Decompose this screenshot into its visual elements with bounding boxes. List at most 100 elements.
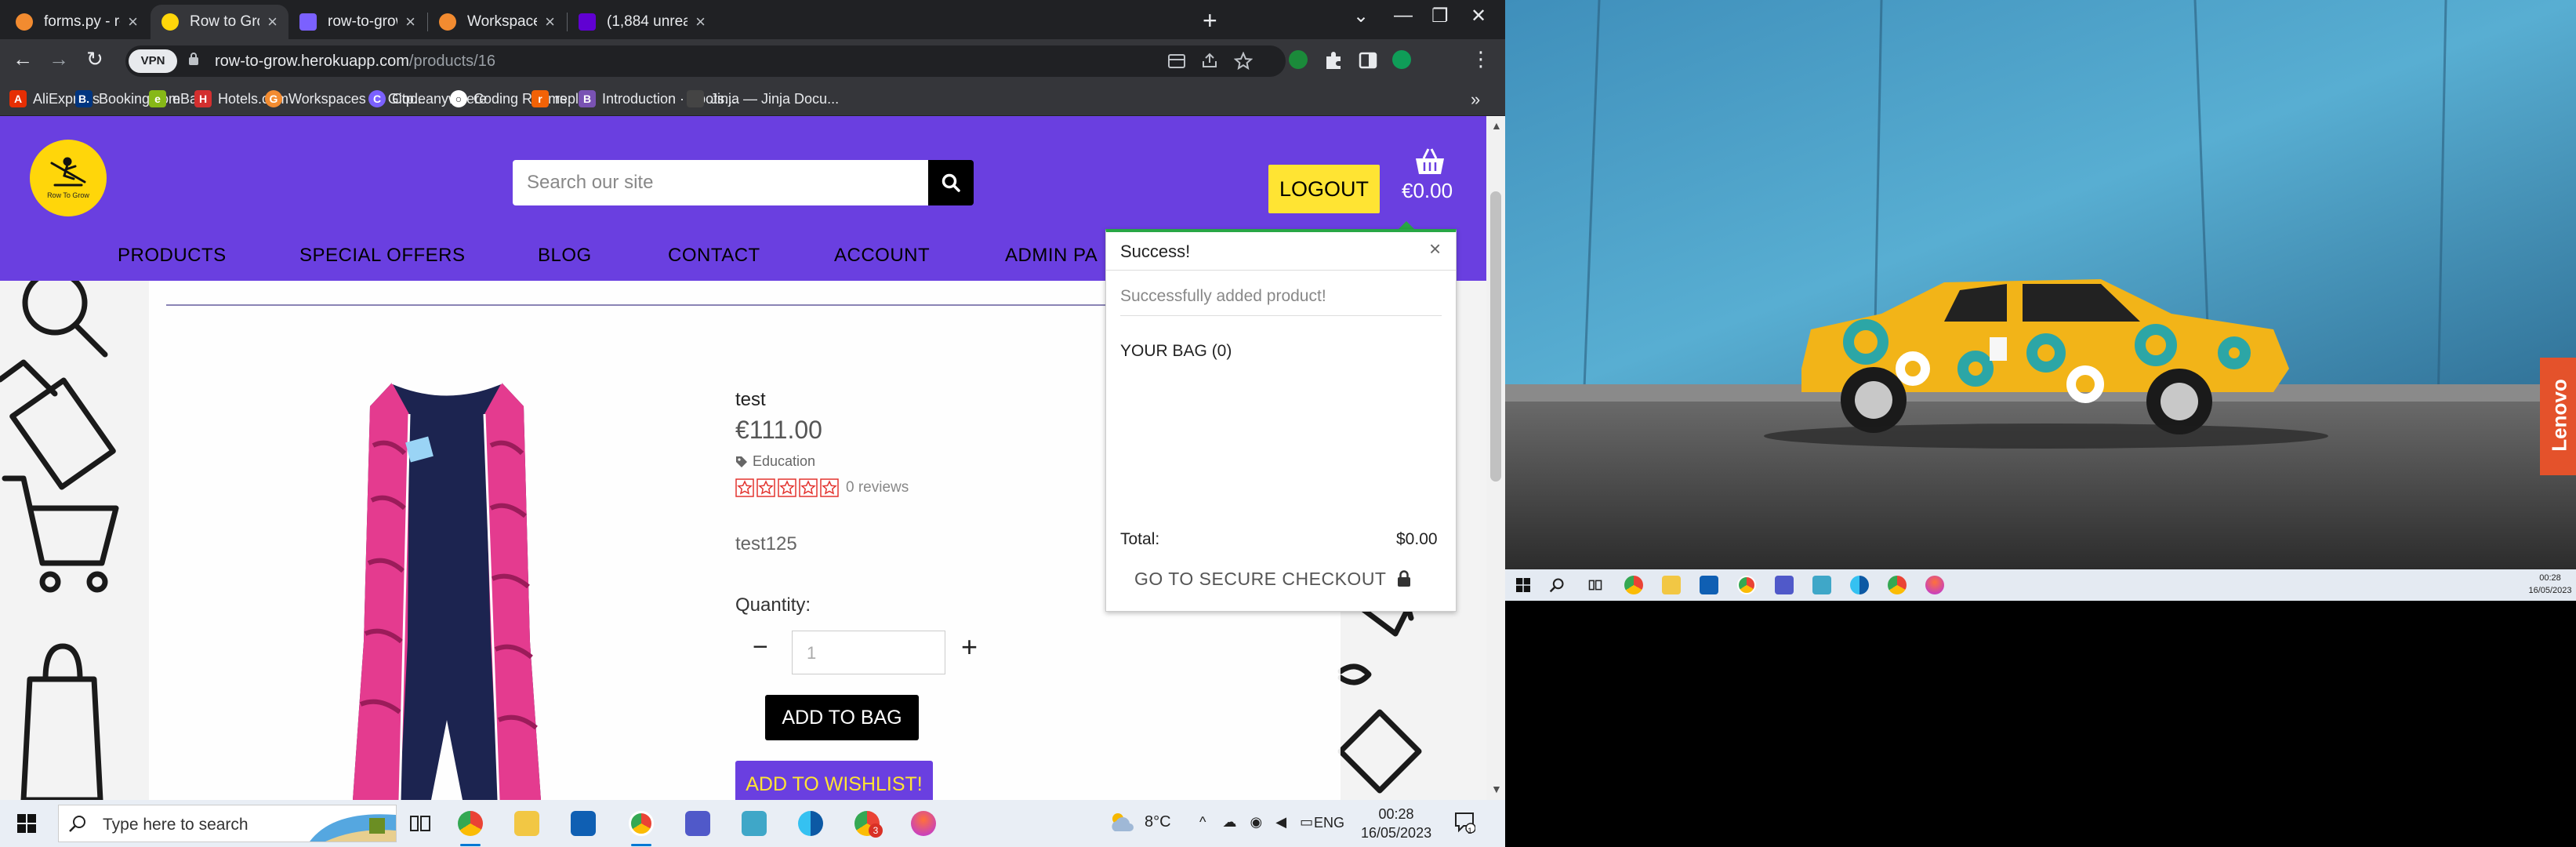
firefox-icon[interactable] bbox=[911, 811, 936, 836]
edge-icon[interactable] bbox=[798, 811, 823, 836]
secure-checkout-button[interactable]: GO TO SECURE CHECKOUT bbox=[1134, 562, 1429, 596]
quantity-decrement-button[interactable]: − bbox=[753, 632, 768, 663]
toast-total-label: Total: bbox=[1120, 530, 1160, 548]
task-view-icon[interactable] bbox=[408, 811, 433, 836]
scroll-up-icon[interactable]: ▲ bbox=[1491, 119, 1502, 132]
running-indicator bbox=[631, 844, 651, 846]
right-monitor: Lenovo 00:28 16/05/2023 bbox=[1505, 0, 2576, 847]
product-category[interactable]: Education bbox=[735, 453, 815, 470]
chrome-taskbar-icon[interactable] bbox=[458, 811, 483, 836]
tab-yahoo-mail[interactable]: (1,884 unread) - totmark × bbox=[568, 5, 717, 39]
site-logo[interactable]: Row To Grow bbox=[30, 140, 107, 216]
gitpod-favicon-icon bbox=[16, 13, 33, 31]
weather-widget[interactable]: 8°C bbox=[1108, 811, 1171, 833]
close-tab-icon[interactable]: × bbox=[695, 12, 706, 32]
nav-admin-panel[interactable]: ADMIN PA bbox=[1005, 245, 1098, 267]
back-button[interactable]: ← bbox=[13, 47, 33, 71]
bag-total[interactable]: €0.00 bbox=[1402, 179, 1453, 203]
windows-start-icon[interactable] bbox=[17, 814, 36, 833]
shopping-basket-icon[interactable] bbox=[1414, 147, 1446, 176]
tab-workspaces-gitpod[interactable]: Workspaces — Gitpod × bbox=[428, 5, 566, 39]
taskbar-search-box[interactable]: Type here to search bbox=[58, 805, 397, 842]
task-view-icon[interactable] bbox=[1587, 577, 1604, 593]
bookmark-replit[interactable]: r replit bbox=[532, 90, 586, 107]
booking-icon: B. bbox=[75, 90, 93, 107]
site-search-button[interactable] bbox=[928, 160, 974, 205]
quantity-increment-button[interactable]: + bbox=[961, 631, 978, 663]
tab-github[interactable]: row-to-grow - GitHub | H × bbox=[288, 5, 426, 39]
file-explorer-icon[interactable] bbox=[1662, 576, 1681, 594]
restore-button[interactable]: ❐ bbox=[1431, 5, 1449, 27]
product-image[interactable] bbox=[345, 383, 549, 800]
taskbar-clock[interactable]: 00:28 16/05/2023 bbox=[1361, 805, 1431, 842]
close-tab-icon[interactable]: × bbox=[405, 12, 415, 32]
new-tab-button[interactable]: + bbox=[1203, 6, 1217, 35]
close-window-button[interactable]: ✕ bbox=[1471, 5, 1486, 27]
reading-mode-icon[interactable] bbox=[1168, 53, 1185, 69]
battery-icon[interactable]: ▭ bbox=[1300, 814, 1313, 830]
tab-row-to-grow[interactable]: Row to Grow × bbox=[151, 5, 288, 39]
tray-chevron-icon[interactable]: ^ bbox=[1199, 814, 1206, 830]
nav-account[interactable]: ACCOUNT bbox=[834, 245, 930, 267]
mail-icon[interactable] bbox=[571, 811, 596, 836]
notes-app-icon[interactable] bbox=[1812, 576, 1831, 594]
teams-icon[interactable] bbox=[685, 811, 710, 836]
bookmarks-overflow-icon[interactable]: » bbox=[1471, 89, 1480, 110]
scroll-down-icon[interactable]: ▼ bbox=[1491, 783, 1502, 795]
vpn-badge[interactable]: VPN bbox=[129, 49, 177, 73]
quantity-input[interactable]: 1 bbox=[792, 631, 945, 674]
page-scrollbar[interactable]: ▲ ▼ bbox=[1486, 116, 1505, 800]
chrome-taskbar-icon[interactable] bbox=[1624, 576, 1643, 594]
onedrive-icon[interactable]: ☁ bbox=[1222, 814, 1236, 830]
nav-special-offers[interactable]: SPECIAL OFFERS bbox=[299, 245, 466, 267]
url-text[interactable]: row-to-grow.herokuapp.com/products/16 bbox=[215, 53, 495, 71]
profile-shield-icon[interactable] bbox=[1392, 50, 1411, 69]
site-search-input[interactable]: Search our site bbox=[513, 160, 928, 205]
logout-button[interactable]: LOGOUT bbox=[1268, 165, 1380, 213]
system-tray[interactable]: ^ ☁ ◉ ◀ ▭ bbox=[1199, 814, 1313, 831]
reload-button[interactable]: ↻ bbox=[86, 47, 103, 71]
side-panel-icon[interactable] bbox=[1358, 50, 1378, 71]
secondary-clock[interactable]: 00:28 16/05/2023 bbox=[2524, 572, 2576, 597]
nav-contact[interactable]: CONTACT bbox=[668, 245, 760, 267]
wifi-icon[interactable]: ◉ bbox=[1250, 814, 1262, 830]
volume-icon[interactable]: ◀ bbox=[1275, 814, 1286, 830]
hotels-icon: H bbox=[194, 90, 212, 107]
tab-search-icon[interactable]: ⌄ bbox=[1353, 5, 1369, 27]
chrome-profile-icon[interactable] bbox=[629, 811, 654, 836]
teams-icon[interactable] bbox=[1775, 576, 1794, 594]
edge-icon[interactable] bbox=[1850, 576, 1869, 594]
chrome-menu-icon[interactable]: ⋮ bbox=[1471, 47, 1491, 71]
minimize-button[interactable]: — bbox=[1394, 5, 1413, 27]
windows-start-icon[interactable] bbox=[1516, 578, 1530, 592]
mail-icon[interactable] bbox=[1700, 576, 1718, 594]
replit-icon: r bbox=[532, 90, 549, 107]
close-tab-icon[interactable]: × bbox=[128, 12, 138, 32]
tab-title: row-to-grow - GitHub | H bbox=[328, 13, 397, 30]
extensions-puzzle-icon[interactable] bbox=[1323, 50, 1344, 71]
extension-green-icon[interactable] bbox=[1289, 50, 1308, 69]
bookmark-jinja[interactable]: Jinja — Jinja Docu... bbox=[687, 90, 839, 107]
address-bar[interactable]: VPN row-to-grow.herokuapp.com/products/1… bbox=[125, 45, 1286, 77]
add-to-wishlist-button[interactable]: ADD TO WISHLIST! bbox=[735, 761, 933, 800]
forward-button[interactable]: → bbox=[49, 47, 69, 71]
language-indicator[interactable]: ENG bbox=[1314, 815, 1344, 831]
chrome-profile-icon[interactable] bbox=[1737, 576, 1756, 594]
bookmark-star-icon[interactable] bbox=[1234, 52, 1253, 71]
add-to-bag-button[interactable]: ADD TO BAG bbox=[765, 695, 919, 740]
nav-products[interactable]: PRODUCTS bbox=[118, 245, 227, 267]
scroll-thumb[interactable] bbox=[1490, 191, 1501, 482]
tab-title: forms.py - row_to_grow bbox=[44, 13, 120, 30]
close-tab-icon[interactable]: × bbox=[267, 12, 278, 32]
close-tab-icon[interactable]: × bbox=[545, 12, 555, 32]
product-price: €111.00 bbox=[735, 416, 822, 444]
file-explorer-icon[interactable] bbox=[514, 811, 539, 836]
nav-blog[interactable]: BLOG bbox=[538, 245, 592, 267]
toast-close-button[interactable]: × bbox=[1429, 237, 1441, 261]
share-icon[interactable] bbox=[1201, 52, 1218, 69]
search-icon[interactable] bbox=[1549, 577, 1565, 593]
notes-app-icon[interactable] bbox=[742, 811, 767, 836]
firefox-icon[interactable] bbox=[1925, 576, 1944, 594]
tab-forms-py[interactable]: forms.py - row_to_grow × bbox=[5, 5, 149, 39]
chrome-dev-icon[interactable] bbox=[1888, 576, 1907, 594]
